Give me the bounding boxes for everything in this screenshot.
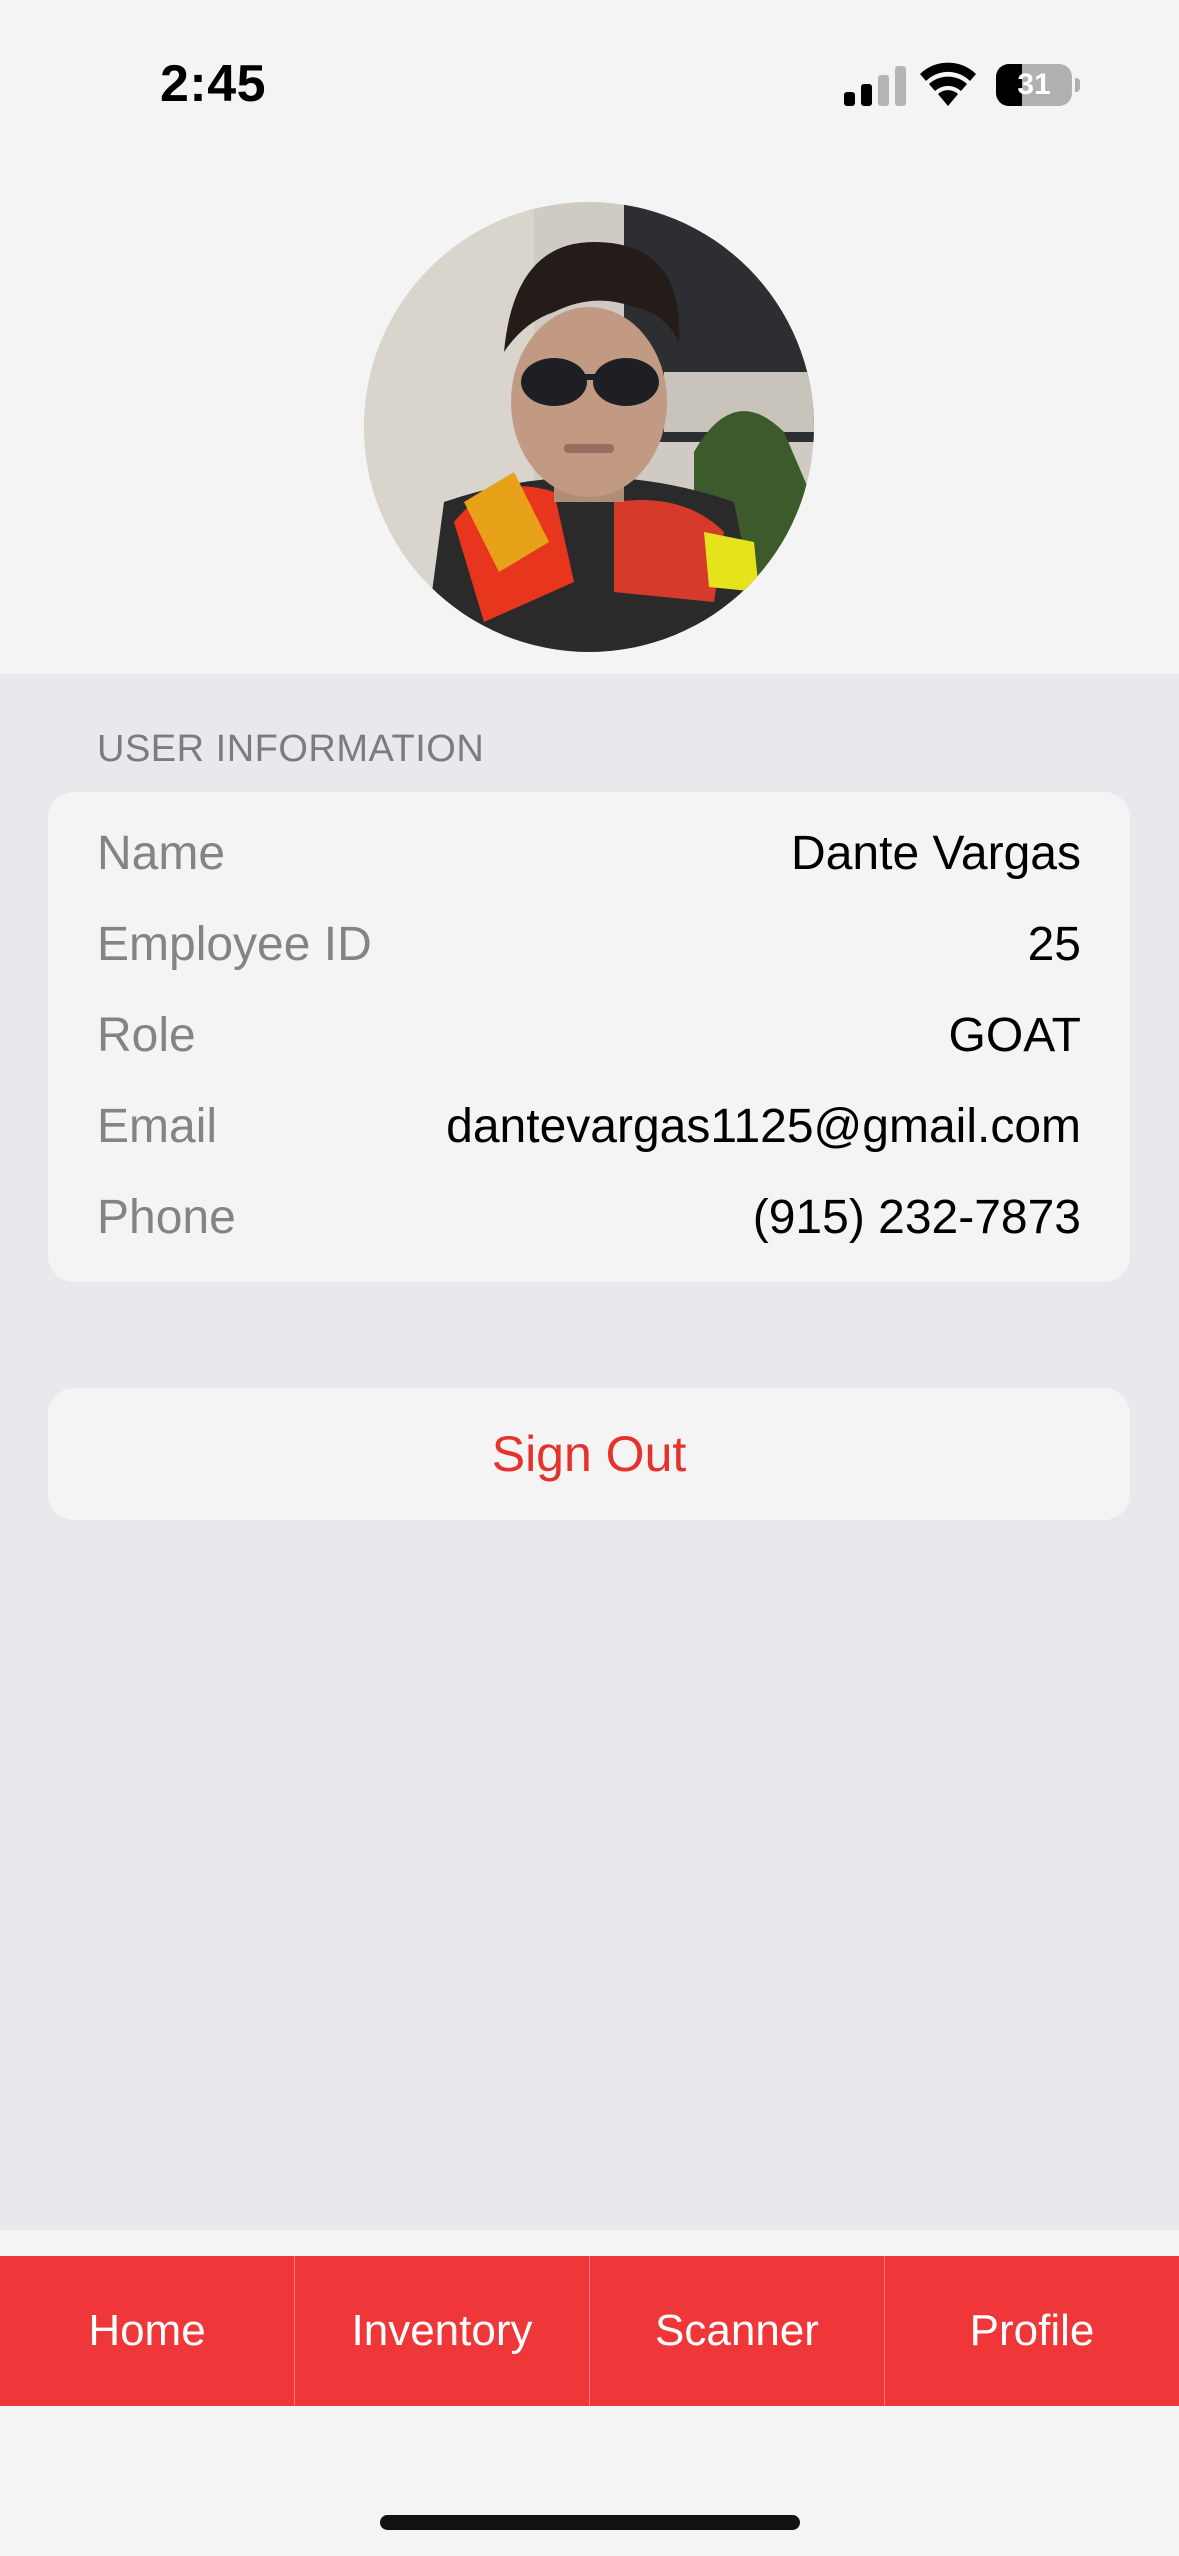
info-label: Phone [97, 1191, 236, 1244]
info-value: dantevargas1125@gmail.com [446, 1100, 1081, 1153]
tab-profile[interactable]: Profile [885, 2256, 1179, 2406]
home-indicator[interactable] [380, 2515, 800, 2530]
tab-bar: Home Inventory Scanner Profile [0, 2256, 1179, 2406]
battery-level: 31 [1017, 68, 1051, 101]
profile-content: USER INFORMATION Name Dante Vargas Emplo… [0, 674, 1179, 2230]
info-row-email: Email dantevargas1125@gmail.com [97, 1081, 1081, 1172]
info-label: Role [97, 1009, 196, 1062]
user-info-card: Name Dante Vargas Employee ID 25 Role GO… [48, 792, 1130, 1282]
info-label: Email [97, 1100, 218, 1153]
profile-photo [364, 202, 814, 652]
info-value: (915) 232-7873 [752, 1191, 1081, 1244]
tab-inventory[interactable]: Inventory [295, 2256, 590, 2406]
info-row-role: Role GOAT [97, 990, 1081, 1081]
sign-out-button[interactable]: Sign Out [48, 1388, 1130, 1520]
info-label: Name [97, 827, 226, 880]
info-row-phone: Phone (915) 232-7873 [97, 1172, 1081, 1263]
avatar[interactable] [364, 202, 814, 652]
info-value: Dante Vargas [791, 827, 1081, 880]
info-label: Employee ID [97, 918, 372, 971]
tab-scanner[interactable]: Scanner [590, 2256, 885, 2406]
battery-icon: 31 [996, 64, 1080, 106]
info-value: GOAT [948, 1009, 1081, 1062]
status-bar: 2:45 31 [0, 0, 1179, 170]
info-row-name: Name Dante Vargas [97, 808, 1081, 899]
tab-home[interactable]: Home [0, 2256, 295, 2406]
status-time: 2:45 [160, 55, 267, 113]
wifi-icon [920, 62, 976, 106]
signal-icon [844, 66, 906, 106]
info-row-employee-id: Employee ID 25 [97, 899, 1081, 990]
info-value: 25 [1027, 918, 1081, 971]
section-header: USER INFORMATION [97, 728, 485, 770]
